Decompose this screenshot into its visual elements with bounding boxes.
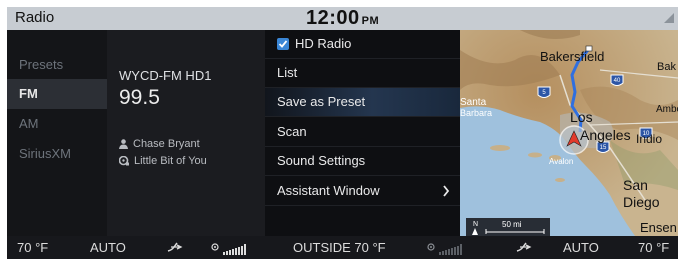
screen-title: Radio — [15, 9, 55, 26]
north-label: N — [473, 221, 478, 228]
map-label-bak: Bak — [657, 61, 676, 73]
menu-item-hd-radio[interactable]: HD Radio — [265, 30, 460, 59]
driver-fan-speed[interactable] — [211, 243, 253, 258]
passenger-temperature[interactable]: 70 °F — [638, 240, 669, 255]
map-label-indio: Indio — [636, 132, 662, 146]
navigation-map[interactable]: 5 40 10 15 Bakersfield Bak Santa Barbara… — [460, 30, 678, 236]
passenger-climate-mode[interactable]: AUTO — [563, 240, 599, 255]
passenger-airflow-mode-icon[interactable] — [516, 242, 532, 253]
now-playing-panel: WYCD-FM HD1 99.5 Chase Bryant Little Bit… — [107, 30, 265, 236]
airflow-mode-icon[interactable] — [167, 242, 183, 253]
map-label-ambo: Ambo — [656, 104, 678, 115]
person-icon — [119, 139, 128, 149]
interstate-40-label: 40 — [614, 78, 621, 84]
song-row: Little Bit of You — [119, 155, 207, 167]
menu-item-label: HD Radio — [295, 36, 352, 51]
map-scale: N 50 mi — [466, 218, 550, 236]
music-disc-icon — [119, 156, 129, 166]
source-siriusxm[interactable]: SiriusXM — [7, 139, 107, 169]
scale-distance: 50 mi — [502, 220, 522, 229]
map-graphic: 5 40 10 15 Bakersfield Bak Santa Barbara… — [460, 30, 678, 236]
artist-name: Chase Bryant — [133, 138, 200, 150]
driver-temperature[interactable]: 70 °F — [17, 240, 48, 255]
source-fm[interactable]: FM — [7, 79, 107, 109]
map-label-avalon: Avalon — [549, 157, 573, 166]
chevron-right-icon — [443, 185, 450, 197]
radio-screen: Radio 12:00 PM Presets FM AM SiriusXM WYC… — [7, 7, 678, 259]
map-label-angeles: Angeles — [580, 127, 631, 143]
map-label-santa: Santa — [460, 97, 487, 108]
outside-temperature: OUTSIDE 70 °F — [293, 240, 386, 255]
checkbox-checked-icon[interactable] — [277, 38, 289, 50]
clock: 12:00 PM — [306, 7, 379, 30]
map-label-los: Los — [570, 109, 593, 125]
map-label-san: San — [623, 177, 648, 193]
station-name: WYCD-FM HD1 — [119, 68, 212, 83]
driver-climate-mode[interactable]: AUTO — [90, 240, 126, 255]
map-label-barbara: Barbara — [460, 108, 492, 118]
map-label-ensen: Ensen — [640, 220, 677, 235]
status-bar: Radio 12:00 PM — [7, 7, 678, 30]
source-am[interactable]: AM — [7, 109, 107, 139]
menu-item-assistant-window[interactable]: Assistant Window — [265, 177, 460, 206]
options-menu: HD Radio List Save as Preset Scan Sound … — [265, 30, 461, 236]
source-list: Presets FM AM SiriusXM — [7, 30, 107, 236]
song-title: Little Bit of You — [134, 155, 207, 167]
climate-bar: 70 °F AUTO OUTSIDE 70 °F AUTO 70 °F — [7, 236, 678, 259]
source-presets[interactable]: Presets — [7, 50, 107, 80]
map-label-diego: Diego — [623, 194, 660, 210]
signal-icon — [664, 13, 674, 23]
clock-ampm: PM — [361, 15, 380, 27]
interstate-15-label: 15 — [600, 145, 607, 151]
clock-time: 12:00 — [306, 7, 360, 29]
menu-item-sound-settings[interactable]: Sound Settings — [265, 147, 460, 176]
map-label-bakersfield: Bakersfield — [540, 49, 604, 64]
menu-item-save-as-preset[interactable]: Save as Preset — [265, 88, 460, 117]
menu-item-scan[interactable]: Scan — [265, 118, 460, 147]
menu-item-label: Assistant Window — [277, 183, 380, 198]
artist-row: Chase Bryant — [119, 138, 200, 150]
station-frequency: 99.5 — [119, 86, 160, 109]
menu-item-list[interactable]: List — [265, 59, 460, 88]
passenger-fan-speed[interactable] — [427, 243, 469, 258]
